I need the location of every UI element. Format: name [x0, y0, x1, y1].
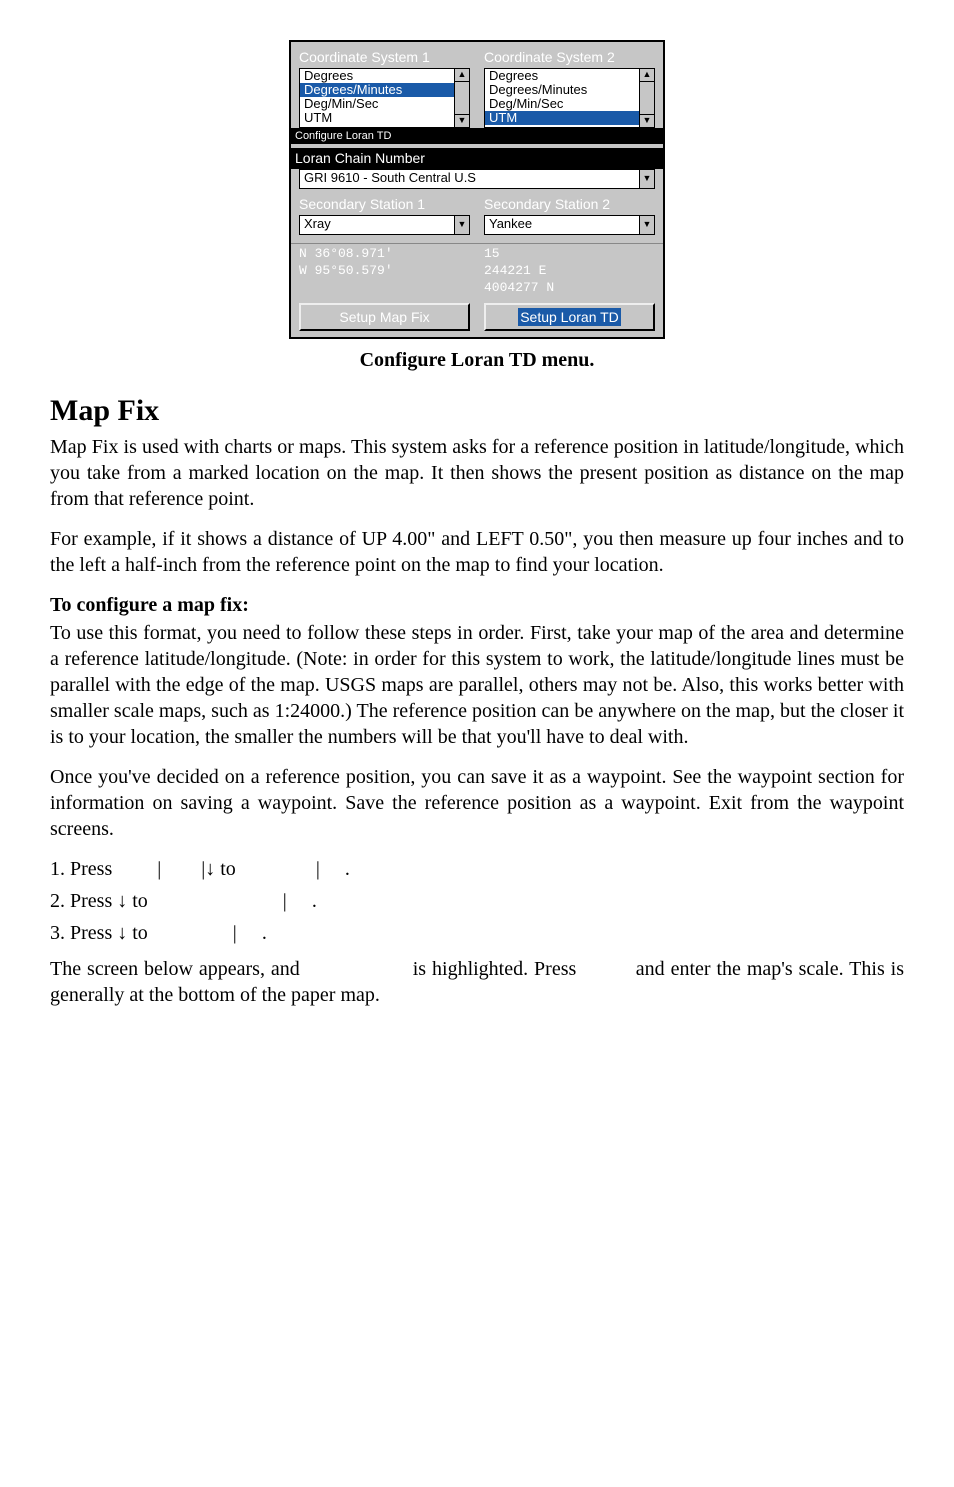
secondary-station-1-label: Secondary Station 1 [299, 195, 470, 213]
coord-value: 244221 E [484, 263, 655, 280]
chevron-down-icon[interactable]: ▼ [454, 216, 469, 234]
coord-sys-1-listbox[interactable]: DegreesDegrees/MinutesDeg/Min/SecUTM ▲ ▼ [299, 68, 470, 128]
para-2: For example, if it shows a distance of U… [50, 526, 904, 578]
secondary-station-2-dropdown[interactable]: Yankee ▼ [484, 215, 655, 235]
chevron-down-icon[interactable]: ▼ [639, 216, 654, 234]
secondary-station-2-value: Yankee [485, 216, 639, 233]
scroll-up-icon[interactable]: ▲ [640, 69, 654, 82]
list-item[interactable]: Degrees/Minutes [485, 83, 639, 97]
figure-caption: Configure Loran TD menu. [50, 347, 904, 373]
list-item[interactable]: Degrees [485, 69, 639, 83]
scroll-down-icon[interactable]: ▼ [640, 114, 654, 127]
device-screenshot: Coordinate System 1 DegreesDegrees/Minut… [289, 40, 665, 339]
coord-sys-2-label: Coordinate System 2 [484, 48, 655, 66]
list-item[interactable]: UTM [300, 111, 454, 125]
secondary-station-2-label: Secondary Station 2 [484, 195, 655, 213]
figure-wrapper: Coordinate System 1 DegreesDegrees/Minut… [50, 40, 904, 339]
step-1: 1. Press | |↓ to | . [50, 856, 904, 882]
para-1: Map Fix is used with charts or maps. Thi… [50, 434, 904, 512]
para-3: To use this format, you need to follow t… [50, 620, 904, 750]
para-4: Once you've decided on a reference posit… [50, 764, 904, 842]
setup-map-fix-button[interactable]: Setup Map Fix [299, 303, 470, 331]
scrollbar[interactable]: ▲ ▼ [454, 69, 469, 127]
setup-loran-td-label: Setup Loran TD [518, 308, 621, 326]
coord-value: 4004277 N [484, 280, 655, 297]
coord-sys-1-label: Coordinate System 1 [299, 48, 470, 66]
step-2: 2. Press ↓ to | . [50, 888, 904, 914]
configure-loran-bar: Configure Loran TD [291, 128, 663, 144]
list-item[interactable]: Deg/Min/Sec [485, 97, 639, 111]
setup-loran-td-button[interactable]: Setup Loran TD [484, 303, 655, 331]
para-5: The screen below appears, and is highlig… [50, 956, 904, 1008]
scroll-up-icon[interactable]: ▲ [455, 69, 469, 82]
setup-map-fix-label: Setup Map Fix [339, 308, 429, 326]
secondary-station-1-value: Xray [300, 216, 454, 233]
list-item[interactable]: Degrees/Minutes [300, 83, 454, 97]
list-item[interactable]: Deg/Min/Sec [300, 97, 454, 111]
loran-chain-label: Loran Chain Number [291, 148, 663, 168]
loran-chain-dropdown[interactable]: GRI 9610 - South Central U.S ▼ [299, 169, 655, 189]
list-item[interactable]: Degrees [300, 69, 454, 83]
scroll-down-icon[interactable]: ▼ [455, 114, 469, 127]
coord-value: N 36°08.971' [299, 246, 470, 263]
heading-map-fix: Map Fix [50, 391, 904, 430]
coord-value: 15 [484, 246, 655, 263]
subheading-configure: To configure a map fix: [50, 592, 904, 618]
loran-chain-value: GRI 9610 - South Central U.S [300, 170, 639, 187]
step-3: 3. Press ↓ to | . [50, 920, 904, 946]
coord-value: W 95°50.579' [299, 263, 470, 280]
coordinate-readout: N 36°08.971'W 95°50.579' 15 244221 E4004… [291, 243, 663, 301]
secondary-station-1-dropdown[interactable]: Xray ▼ [299, 215, 470, 235]
chevron-down-icon[interactable]: ▼ [639, 170, 654, 188]
list-item[interactable]: UTM [485, 111, 639, 125]
coord-sys-2-listbox[interactable]: DegreesDegrees/MinutesDeg/Min/SecUTM ▲ ▼ [484, 68, 655, 128]
scrollbar[interactable]: ▲ ▼ [639, 69, 654, 127]
